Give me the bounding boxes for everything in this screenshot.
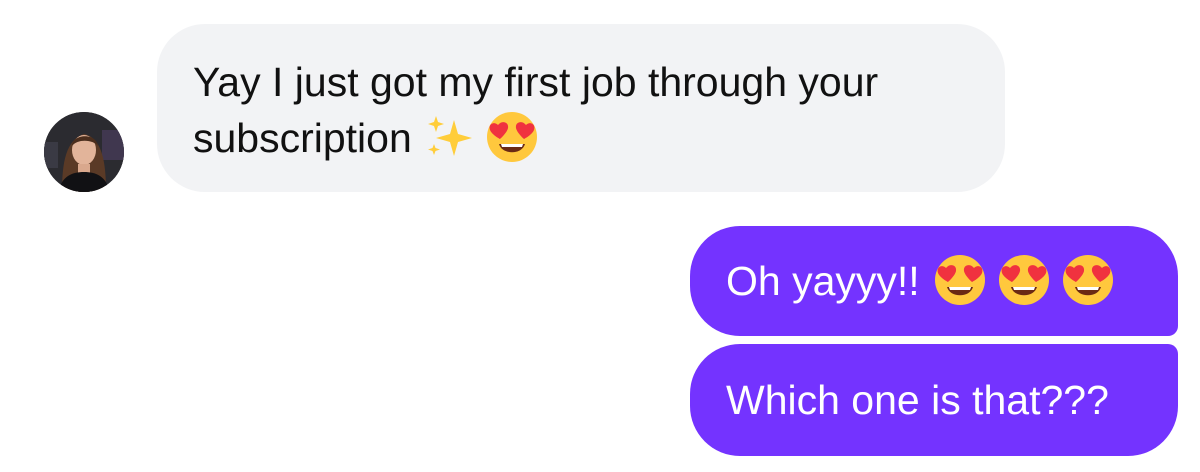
heart-eyes-emoji [996,254,1052,306]
outgoing-message-text: Which one is that??? [726,377,1109,423]
incoming-message-bubble[interactable]: Yay I just got my first job through your… [157,24,1005,192]
sparkles-emoji [424,114,476,160]
incoming-message-text: subscription [193,115,412,161]
incoming-message-line-1: Yay I just got my first job through your [193,59,879,105]
heart-eyes-emoji [484,111,540,163]
outgoing-message-bubble[interactable]: Which one is that??? [690,344,1178,456]
outgoing-message-bubble[interactable]: Oh yayyy!! [690,226,1178,336]
heart-eyes-emoji [932,254,988,306]
sender-avatar[interactable] [44,112,124,192]
heart-eyes-emoji [1060,254,1116,306]
outgoing-message-text: Oh yayyy!! [726,258,920,304]
incoming-message-line-2: subscription [193,110,969,166]
